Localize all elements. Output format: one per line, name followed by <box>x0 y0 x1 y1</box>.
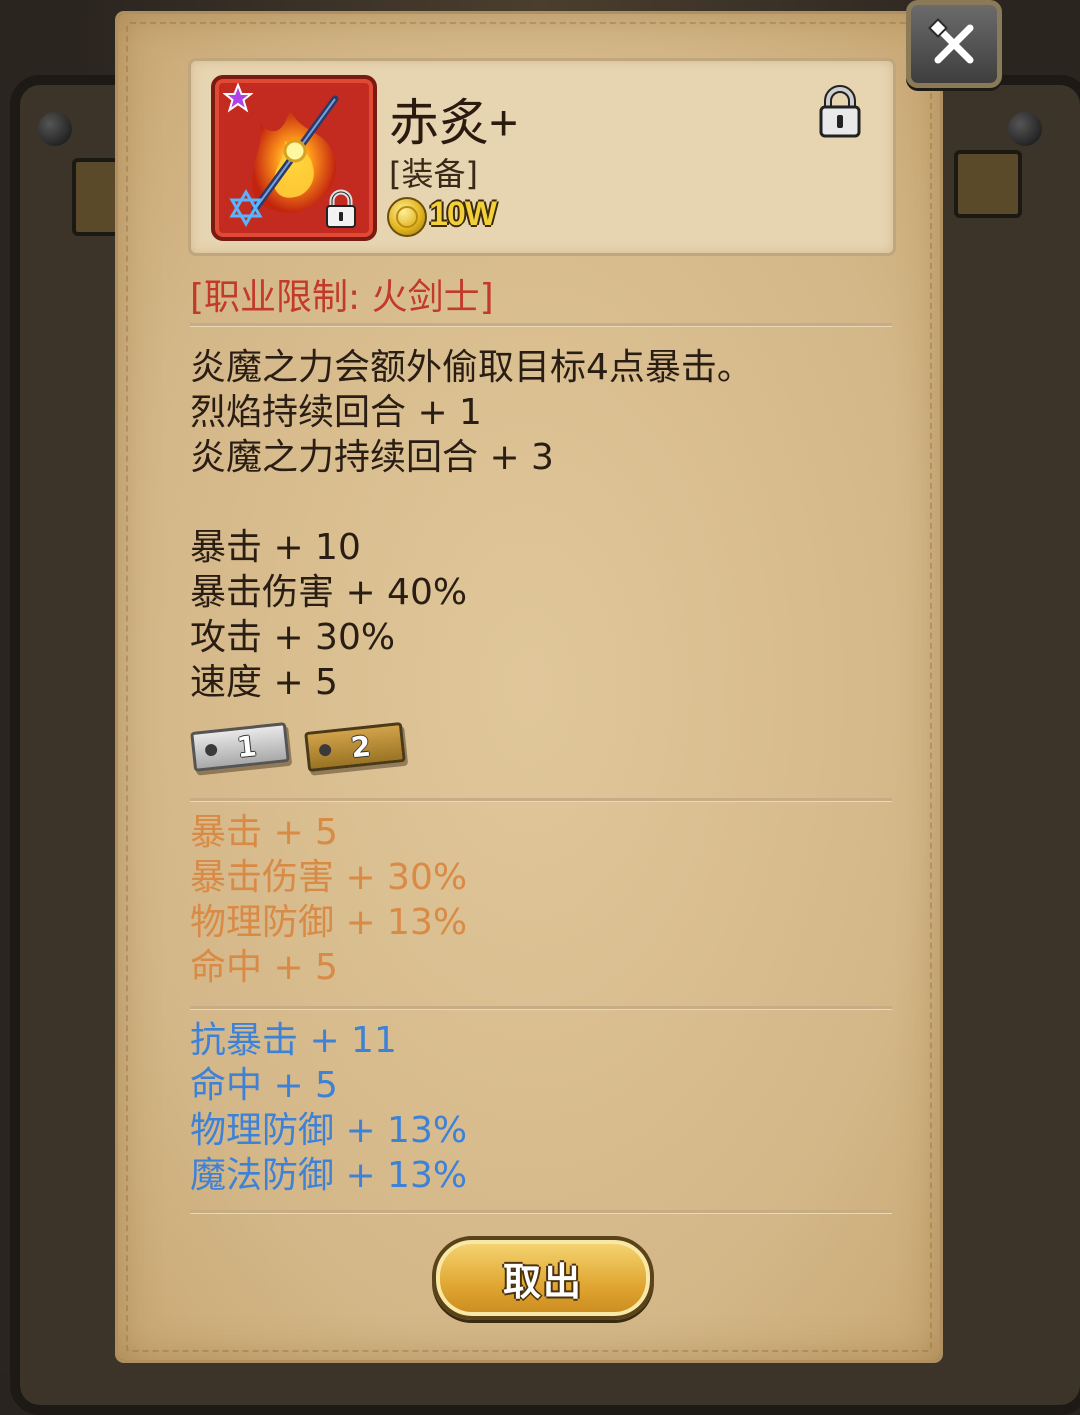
item-name: 赤炙+ <box>389 95 519 151</box>
item-icon[interactable] <box>211 75 377 241</box>
tier2-stats-list: 抗暴击 + 11 命中 + 5 物理防御 + 13% 魔法防御 + 13% <box>190 1018 890 1198</box>
lock-toggle-button[interactable] <box>817 85 863 139</box>
base-stat: 速度 + 5 <box>190 662 338 703</box>
background-knob <box>38 112 72 146</box>
item-price: 10W <box>429 195 497 233</box>
tier2-stat: 物理防御 + 13% <box>190 1110 468 1151</box>
crossed-swords-icon <box>928 18 974 64</box>
tag-label: 1 <box>235 728 259 764</box>
background-tab <box>954 150 1022 218</box>
take-out-button[interactable]: 取出 <box>432 1236 654 1320</box>
base-stats-list: 暴击 + 10 暴击伤害 + 40% 攻击 + 30% 速度 + 5 <box>190 525 890 705</box>
tag-label: 2 <box>349 728 373 764</box>
item-type: [装备] <box>389 155 478 193</box>
tier2-stat: 抗暴击 + 11 <box>190 1020 397 1061</box>
description-list: 炎魔之力会额外偷取目标4点暴击。 烈焰持续回合 + 1 炎魔之力持续回合 + 3 <box>190 345 890 480</box>
tier1-stat: 暴击 + 5 <box>190 812 338 853</box>
take-out-label: 取出 <box>502 1259 583 1304</box>
tier1-stats-list: 暴击 + 5 暴击伤害 + 30% 物理防御 + 13% 命中 + 5 <box>190 810 890 990</box>
divider <box>190 323 892 326</box>
tag-hole <box>204 743 218 757</box>
tier2-stat: 魔法防御 + 13% <box>190 1155 468 1196</box>
base-stat: 暴击 + 10 <box>190 527 361 568</box>
lock-icon <box>326 189 356 228</box>
tier1-stat: 暴击伤害 + 30% <box>190 857 468 898</box>
background-knob <box>1008 112 1042 146</box>
base-stat: 暴击伤害 + 40% <box>190 572 468 613</box>
description-line: 炎魔之力持续回合 + 3 <box>190 437 554 478</box>
hexagram-icon <box>229 189 263 227</box>
tag-hole <box>318 743 332 757</box>
class-restriction: [职业限制: 火剑士] <box>190 277 494 318</box>
tier1-stat: 命中 + 5 <box>190 947 338 988</box>
item-header: 赤炙+ [装备] 10W <box>188 58 896 256</box>
tier2-stat: 命中 + 5 <box>190 1065 338 1106</box>
purple-star-icon <box>223 83 253 113</box>
divider <box>190 1006 892 1009</box>
base-stat: 攻击 + 30% <box>190 617 396 658</box>
background-tab <box>72 158 120 236</box>
description-line: 炎魔之力会额外偷取目标4点暴击。 <box>190 347 753 388</box>
close-button[interactable] <box>906 0 1002 88</box>
divider <box>190 1210 892 1213</box>
tier1-stat: 物理防御 + 13% <box>190 902 468 943</box>
description-line: 烈焰持续回合 + 1 <box>190 392 482 433</box>
divider <box>190 798 892 801</box>
gold-coin-icon <box>387 197 427 237</box>
